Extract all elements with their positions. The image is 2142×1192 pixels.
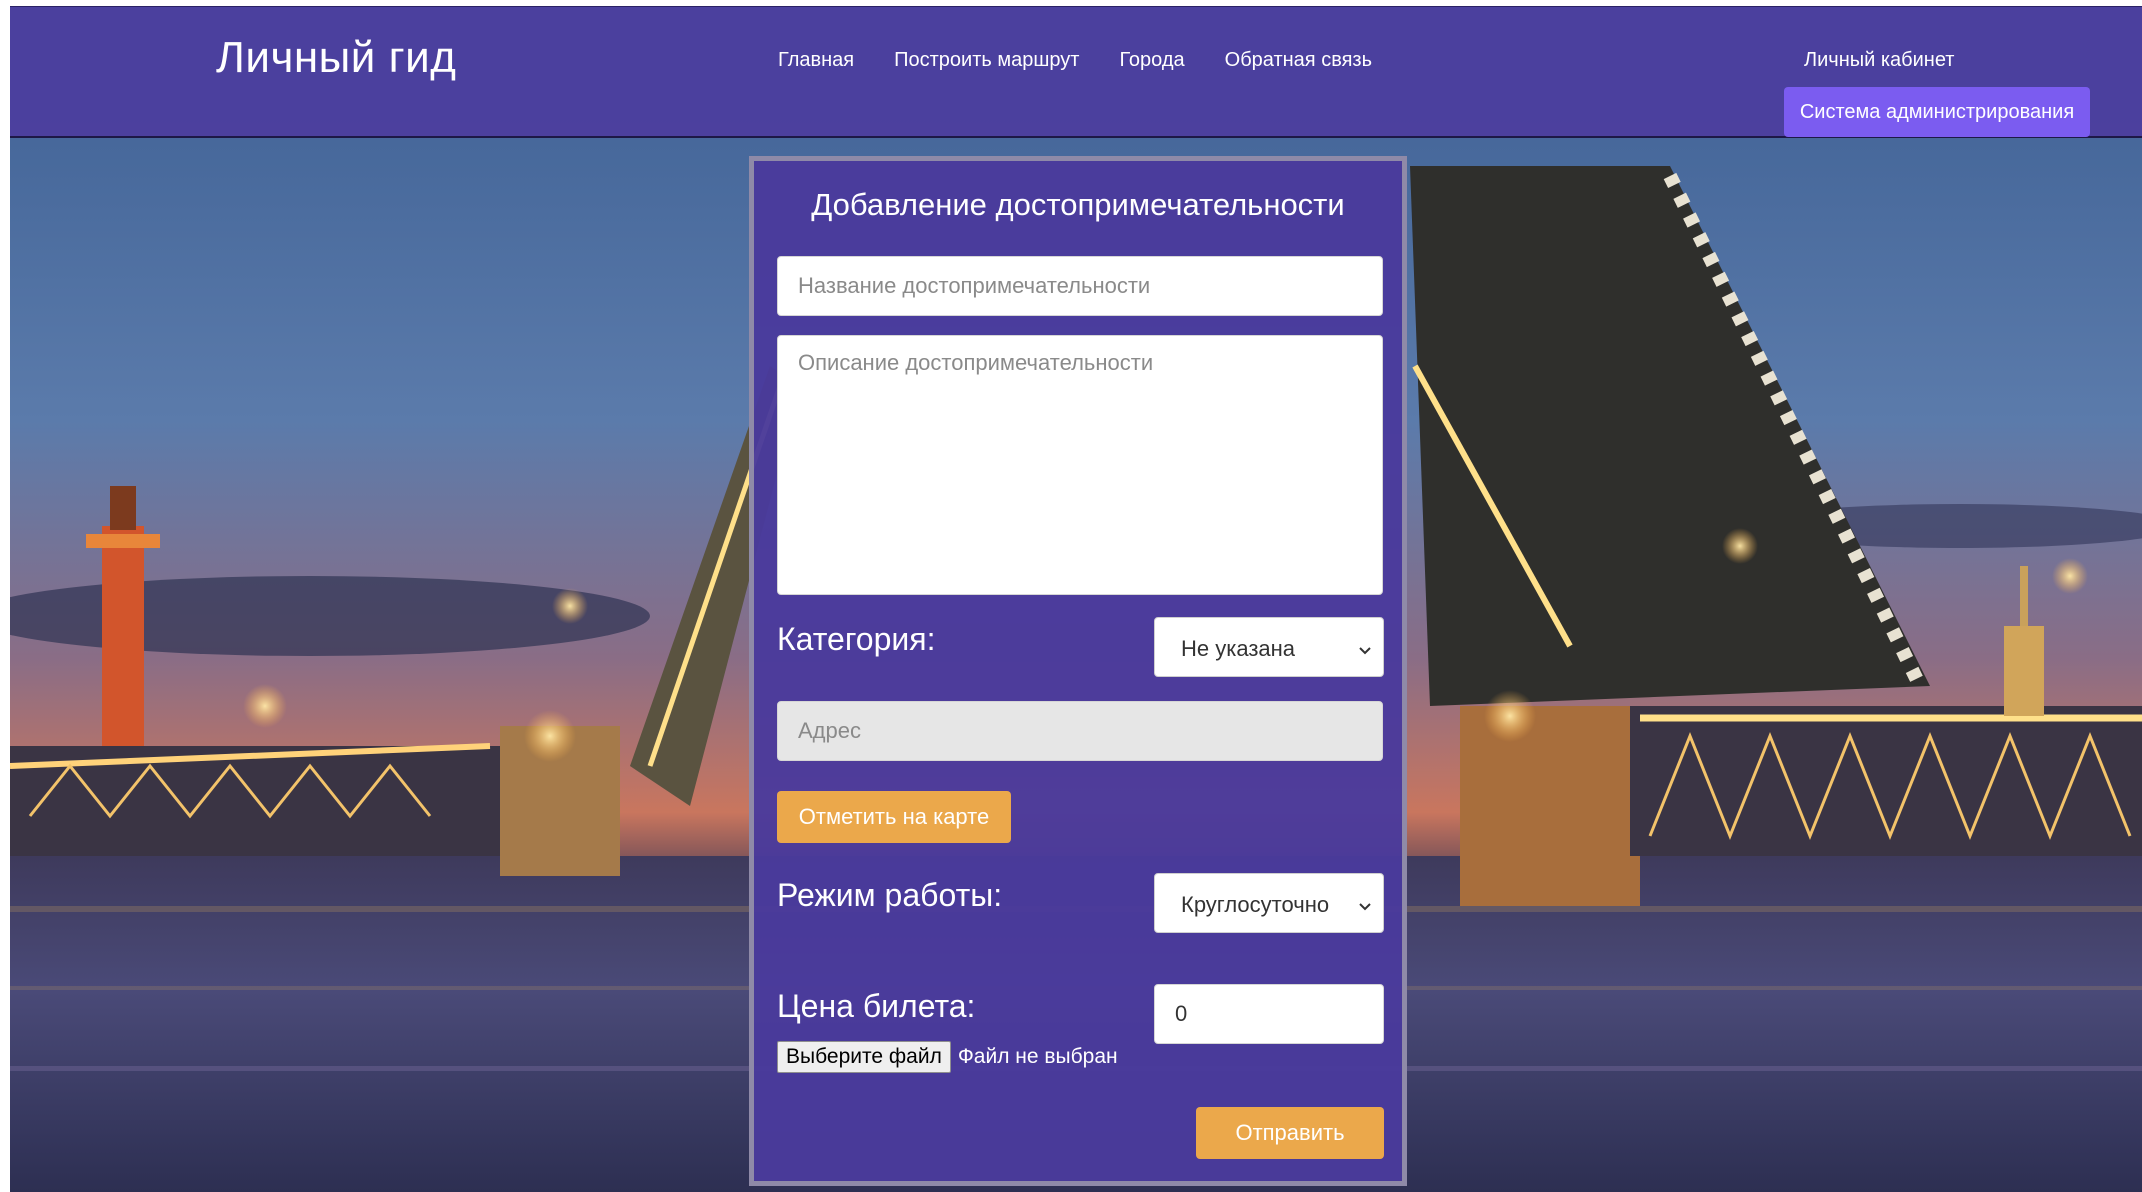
category-selected-value: Не указана — [1181, 636, 1296, 661]
form-title: Добавление достопримечательности — [811, 187, 1345, 222]
admin-system-button[interactable]: Система администрирования — [1784, 87, 2090, 137]
attraction-name-input[interactable] — [777, 256, 1383, 316]
page-frame: Личный гид Главная Построить маршрут Гор… — [10, 6, 2142, 1192]
attraction-description-textarea[interactable] — [777, 335, 1383, 595]
address-input[interactable] — [777, 701, 1383, 761]
working-hours-select[interactable]: Круглосуточно — [1154, 873, 1384, 933]
category-select[interactable]: Не указана — [1154, 617, 1384, 677]
nav-link-home[interactable]: Главная — [778, 49, 854, 72]
personal-cabinet-link[interactable]: Личный кабинет — [1804, 49, 1954, 72]
working-hours-label: Режим работы: — [777, 877, 1003, 913]
site-logo-title[interactable]: Личный гид — [216, 33, 456, 83]
nav-link-build-route[interactable]: Построить маршрут — [894, 49, 1079, 72]
file-status-text: Файл не выбран — [957, 1045, 1118, 1068]
chevron-down-icon — [1359, 898, 1371, 916]
ticket-price-input[interactable] — [1154, 984, 1384, 1044]
category-label: Категория: — [777, 621, 936, 657]
nav-link-feedback[interactable]: Обратная связь — [1225, 49, 1372, 72]
submit-button[interactable]: Отправить — [1196, 1107, 1384, 1159]
choose-file-button[interactable]: Выберите файл — [777, 1041, 951, 1073]
nav-link-cities[interactable]: Города — [1119, 49, 1184, 72]
working-hours-selected-value: Круглосуточно — [1181, 892, 1330, 917]
ticket-price-label: Цена билета: — [777, 988, 976, 1024]
add-attraction-form: Добавление достопримечательности Категор… — [749, 156, 1407, 1186]
chevron-down-icon — [1359, 642, 1371, 660]
top-navbar: Личный гид Главная Построить маршрут Гор… — [10, 6, 2142, 138]
mark-on-map-button[interactable]: Отметить на карте — [777, 791, 1011, 843]
main-nav: Главная Построить маршрут Города Обратна… — [778, 49, 1372, 72]
file-upload: Выберите файл Файл не выбран — [777, 1041, 1118, 1073]
